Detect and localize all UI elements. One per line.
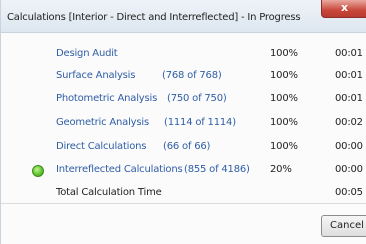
task-label: Design Audit [56,48,118,59]
close-button[interactable]: x [321,0,366,18]
task-percent: 100% [270,70,298,81]
cancel-button[interactable]: Cancel [321,215,366,237]
task-time: 00:01 [335,93,363,104]
task-label: Geometric Analysis [56,117,150,128]
total-time: 00:05 [335,187,363,198]
close-icon: x [341,1,349,14]
task-count: (750 of 750) [167,93,227,104]
task-percent: 100% [270,48,298,59]
footer-divider [1,203,366,204]
task-time: 00:00 [335,164,363,175]
calculation-row-surface-analysis: Surface Analysis (768 of 768) 100% 00:01 [1,68,366,86]
task-label: Direct Calculations [56,141,147,152]
calculation-row-geometric-analysis: Geometric Analysis (1114 of 1114) 100% 0… [1,115,366,133]
task-percent: 100% [270,117,298,128]
task-count: (768 of 768) [162,70,222,81]
task-count: (855 of 4186) [184,164,250,175]
task-time: 00:01 [335,70,363,81]
green-status-icon [32,165,44,177]
calculation-row-photometric-analysis: Photometric Analysis (750 of 750) 100% 0… [1,91,366,109]
calculation-row-interreflected-calculations: Interreflected Calculations (855 of 4186… [1,162,366,180]
task-label: Interreflected Calculations [56,164,183,175]
task-percent: 20% [270,164,292,175]
task-percent: 100% [270,141,298,152]
task-time: 00:01 [335,48,363,59]
task-time: 00:02 [335,117,363,128]
title-bar: Calculations [Interior - Direct and Inte… [1,0,366,33]
calculation-row-design-audit: Design Audit 100% 00:01 [1,46,366,64]
calculation-progress-dialog: Calculations [Interior - Direct and Inte… [0,0,366,244]
calculation-row-direct-calculations: Direct Calculations (66 of 66) 100% 00:0… [1,139,366,157]
task-percent: 100% [270,93,298,104]
task-count: (66 of 66) [163,141,211,152]
task-label: Photometric Analysis [56,93,158,104]
task-label: Surface Analysis [56,70,136,81]
window-title: Calculations [Interior - Direct and Inte… [7,12,301,23]
task-time: 00:00 [335,141,363,152]
total-calculation-time-row: Total Calculation Time 00:05 [1,185,366,203]
total-label: Total Calculation Time [56,187,162,198]
task-count: (1114 of 1114) [164,117,236,128]
